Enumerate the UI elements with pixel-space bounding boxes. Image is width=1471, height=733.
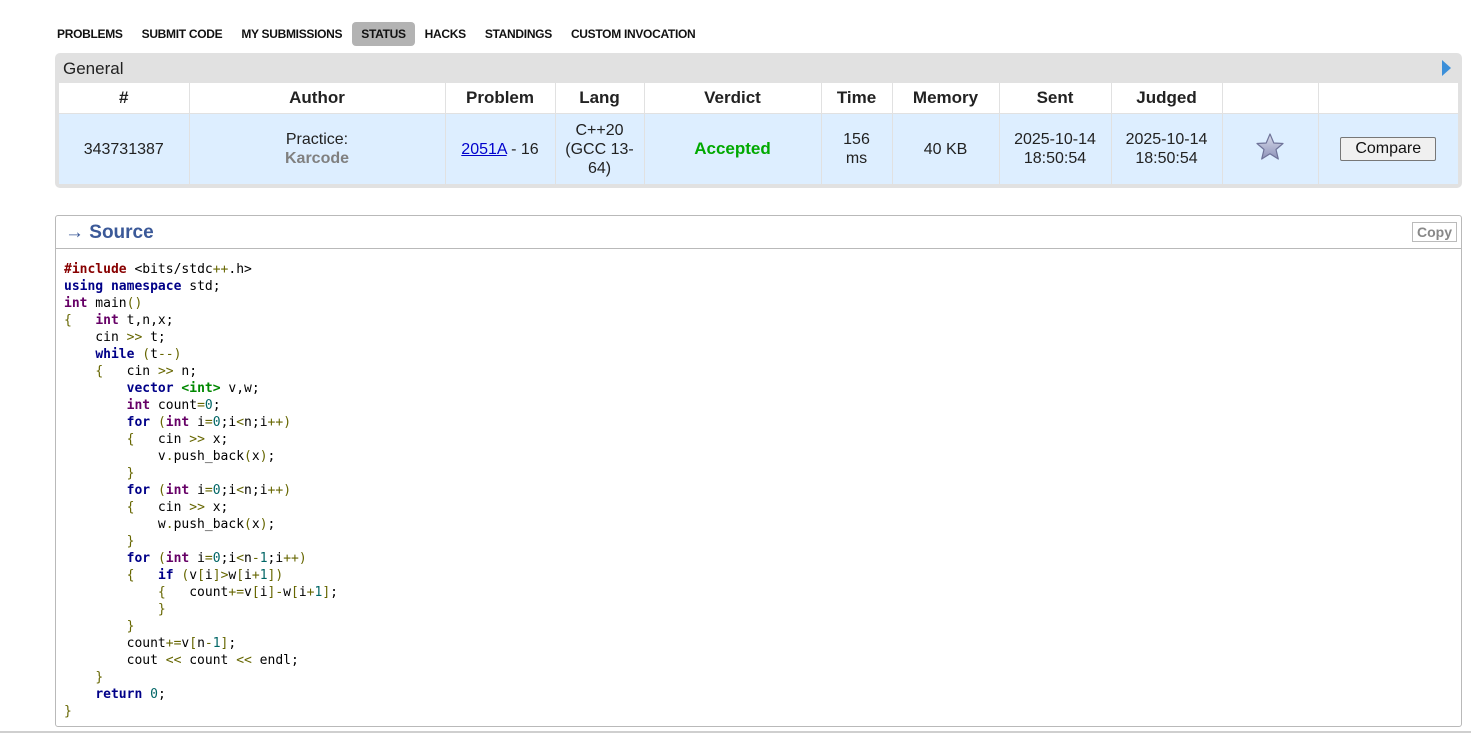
source-header: → Source Copy — [56, 216, 1461, 249]
nav-item-standings[interactable]: STANDINGS — [476, 22, 561, 46]
time-value: 156 — [843, 131, 870, 148]
col-header-time: Time — [821, 83, 893, 114]
problem-cell: 2051A - 16 — [445, 113, 556, 184]
nav-item-custom-invocation[interactable]: CUSTOM INVOCATION — [562, 22, 704, 46]
submission-table: # Author Problem Lang Verdict Time Memor… — [59, 83, 1458, 184]
judged-date: 2025-10-14 — [1125, 131, 1208, 148]
top-nav: PROBLEMS SUBMIT CODE MY SUBMISSIONS STAT… — [48, 22, 705, 46]
nav-item-problems[interactable]: PROBLEMS — [48, 22, 132, 46]
sent-cell: 2025-10-14 18:50:54 — [999, 113, 1112, 184]
col-header-sent: Sent — [999, 83, 1112, 114]
col-header-compare — [1318, 83, 1458, 114]
compare-button[interactable]: Compare — [1340, 137, 1437, 161]
compare-cell: Compare — [1318, 113, 1458, 184]
lang-cell: C++20 (GCC 13- 64) — [555, 113, 645, 184]
verdict-status: Accepted — [694, 139, 771, 158]
copy-button[interactable]: Copy — [1412, 222, 1457, 242]
memory-cell: 40 KB — [892, 113, 1000, 184]
judged-time: 18:50:54 — [1135, 150, 1198, 167]
col-header-verdict: Verdict — [644, 83, 822, 114]
problem-suffix: - 16 — [506, 140, 539, 158]
col-header-judged: Judged — [1111, 83, 1223, 114]
general-panel: General # Author Problem Lang Verdict Ti… — [55, 53, 1462, 188]
col-header-memory: Memory — [892, 83, 1000, 114]
time-unit: ms — [845, 150, 868, 167]
nav-item-submit-code[interactable]: SUBMIT CODE — [133, 22, 232, 46]
general-title: General — [63, 59, 124, 78]
lang-line: C++20 — [575, 121, 624, 139]
col-header-lang: Lang — [555, 83, 645, 114]
lang-line: 64) — [587, 159, 612, 177]
judged-cell: 2025-10-14 18:50:54 — [1111, 113, 1223, 184]
author-name[interactable]: Karcode — [194, 149, 441, 168]
sent-date: 2025-10-14 — [1014, 131, 1096, 148]
nav-item-hacks[interactable]: HACKS — [416, 22, 475, 46]
submission-id: 343731387 — [59, 113, 190, 184]
col-header-id: # — [59, 83, 190, 114]
col-header-author: Author — [189, 83, 446, 114]
author-cell: Practice: Karcode — [189, 113, 446, 184]
expand-arrow-icon[interactable] — [1442, 60, 1451, 76]
nav-item-status[interactable]: STATUS — [352, 22, 415, 46]
source-title[interactable]: → Source — [65, 222, 154, 244]
lang-line: (GCC 13- — [565, 140, 634, 158]
col-header-problem: Problem — [445, 83, 556, 114]
source-code[interactable]: #include <bits/stdc++.h> using namespace… — [64, 261, 338, 720]
star-icon[interactable] — [1255, 132, 1285, 162]
table-row: 343731387 Practice: Karcode 2051A - 16 C… — [59, 113, 1458, 184]
time-cell: 156 ms — [821, 113, 893, 184]
nav-item-my-submissions[interactable]: MY SUBMISSIONS — [232, 22, 351, 46]
source-panel: → Source Copy #include <bits/stdc++.h> u… — [55, 215, 1462, 727]
verdict-cell: Accepted — [644, 113, 822, 184]
col-header-favourite — [1222, 83, 1319, 114]
sent-time: 18:50:54 — [1023, 150, 1087, 167]
favourite-cell — [1222, 113, 1319, 184]
table-header-row: # Author Problem Lang Verdict Time Memor… — [59, 83, 1458, 114]
problem-link[interactable]: 2051A — [461, 141, 506, 158]
author-label: Practice: — [285, 131, 349, 148]
